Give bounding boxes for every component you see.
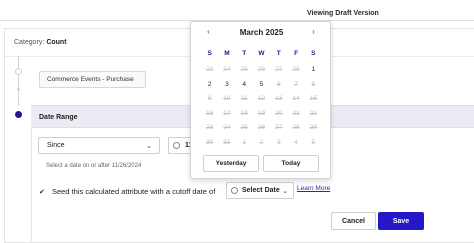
calendar-day[interactable]: 2	[253, 136, 270, 151]
calendar-day[interactable]: 3	[270, 136, 287, 151]
category-prefix: Category:	[14, 39, 45, 46]
chevron-down-icon: ⌄	[146, 143, 152, 150]
calendar-day[interactable]: 14	[287, 92, 304, 107]
calendar-day[interactable]: 3	[218, 78, 235, 93]
calendar-day[interactable]: 5	[253, 78, 270, 93]
calendar-day[interactable]: 24	[218, 121, 235, 136]
calendar-day[interactable]: 27	[270, 121, 287, 136]
calendar-day[interactable]: 19	[253, 107, 270, 122]
today-button[interactable]: Today	[263, 155, 319, 172]
calendar-day[interactable]: 9	[201, 92, 218, 107]
calendar-header: ‹ March 2025 ›	[191, 22, 332, 42]
calendar-day[interactable]: 28	[287, 63, 304, 78]
calendar-day[interactable]: 31	[218, 136, 235, 151]
calendar-grid: S M T W T F S 23 24 25 26 27 28 1 2 3 4 5 6 7 8 9 10 11 12 13 14 15…	[201, 50, 322, 150]
clock-icon	[173, 142, 180, 149]
category-label: Category: Count	[14, 39, 67, 46]
calendar-day[interactable]: 15	[305, 92, 322, 107]
top-bar: Viewing Draft Version	[0, 0, 474, 21]
date-picker-popup: ‹ March 2025 › S M T W T F S 23 24 25 26 27 28 1 2 3 4 5 6…	[190, 21, 331, 179]
clock-icon	[231, 187, 238, 194]
cutoff-date-select[interactable]: Select Date ⌄	[226, 182, 294, 199]
cutoff-date-value: Select Date	[242, 187, 280, 194]
calendar-day[interactable]: 26	[253, 63, 270, 78]
seed-label: Seed this calculated attribute with a cu…	[52, 187, 216, 196]
step-dot-date-range	[15, 111, 22, 118]
weekday-header: M	[224, 50, 230, 57]
calendar-day[interactable]: 27	[270, 63, 287, 78]
chevron-down-icon: ⌄	[282, 188, 288, 195]
weekday-header: S	[311, 50, 316, 57]
weekday-header: F	[294, 50, 299, 57]
calendar-day[interactable]: 23	[201, 121, 218, 136]
save-button[interactable]: Save	[378, 212, 424, 230]
calendar-day[interactable]: 30	[201, 136, 218, 151]
step-dot-event	[15, 68, 22, 75]
calendar-day[interactable]: 25	[236, 121, 253, 136]
weekday-header: T	[276, 50, 281, 57]
weekday-header: W	[258, 50, 265, 57]
calendar-day[interactable]: 1	[236, 136, 253, 151]
step-rail	[18, 56, 19, 106]
calendar-day[interactable]: 11	[236, 92, 253, 107]
calendar-day[interactable]: 5	[305, 136, 322, 151]
step-dot-small	[17, 88, 20, 91]
draft-version-label: Viewing Draft Version	[307, 10, 379, 17]
date-mode-value: Since	[47, 142, 65, 149]
calendar-day[interactable]: 16	[201, 107, 218, 122]
calendar-day[interactable]: 26	[253, 121, 270, 136]
learn-more-link[interactable]: Learn More	[297, 185, 330, 192]
date-hint: Select a date on or after 11/26/2024	[46, 163, 142, 169]
calendar-day[interactable]: 1	[305, 63, 322, 78]
calendar-day[interactable]: 28	[287, 121, 304, 136]
date-range-title: Date Range	[39, 114, 78, 121]
seed-checkbox[interactable]: ✔	[39, 188, 45, 196]
chevron-right-icon[interactable]: ›	[309, 27, 318, 36]
calendar-day[interactable]: 12	[253, 92, 270, 107]
calendar-day[interactable]: 29	[305, 121, 322, 136]
calendar-day[interactable]: 6	[270, 78, 287, 93]
calendar-day[interactable]: 4	[236, 78, 253, 93]
yesterday-button[interactable]: Yesterday	[203, 155, 259, 172]
calendar-day[interactable]: 17	[218, 107, 235, 122]
calendar-day[interactable]: 7	[287, 78, 304, 93]
calendar-day[interactable]: 22	[305, 107, 322, 122]
weekday-header: T	[242, 50, 247, 57]
weekday-header: S	[207, 50, 212, 57]
calendar-day[interactable]: 2	[201, 78, 218, 93]
calendar-day[interactable]: 18	[236, 107, 253, 122]
event-chip[interactable]: Commerce Events - Purchase	[39, 71, 146, 88]
calendar-day[interactable]: 23	[201, 63, 218, 78]
category-value: Count	[46, 39, 67, 46]
cancel-button[interactable]: Cancel	[331, 212, 376, 230]
calendar-day[interactable]: 8	[305, 78, 322, 93]
calendar-day[interactable]: 20	[270, 107, 287, 122]
calendar-day[interactable]: 21	[287, 107, 304, 122]
calendar-day[interactable]: 10	[218, 92, 235, 107]
calendar-day[interactable]: 4	[287, 136, 304, 151]
calendar-day[interactable]: 24	[218, 63, 235, 78]
calendar-day[interactable]: 25	[236, 63, 253, 78]
event-chip-label: Commerce Events - Purchase	[47, 76, 134, 83]
date-mode-select[interactable]: Since ⌄	[38, 137, 160, 154]
calendar-day[interactable]: 13	[270, 92, 287, 107]
